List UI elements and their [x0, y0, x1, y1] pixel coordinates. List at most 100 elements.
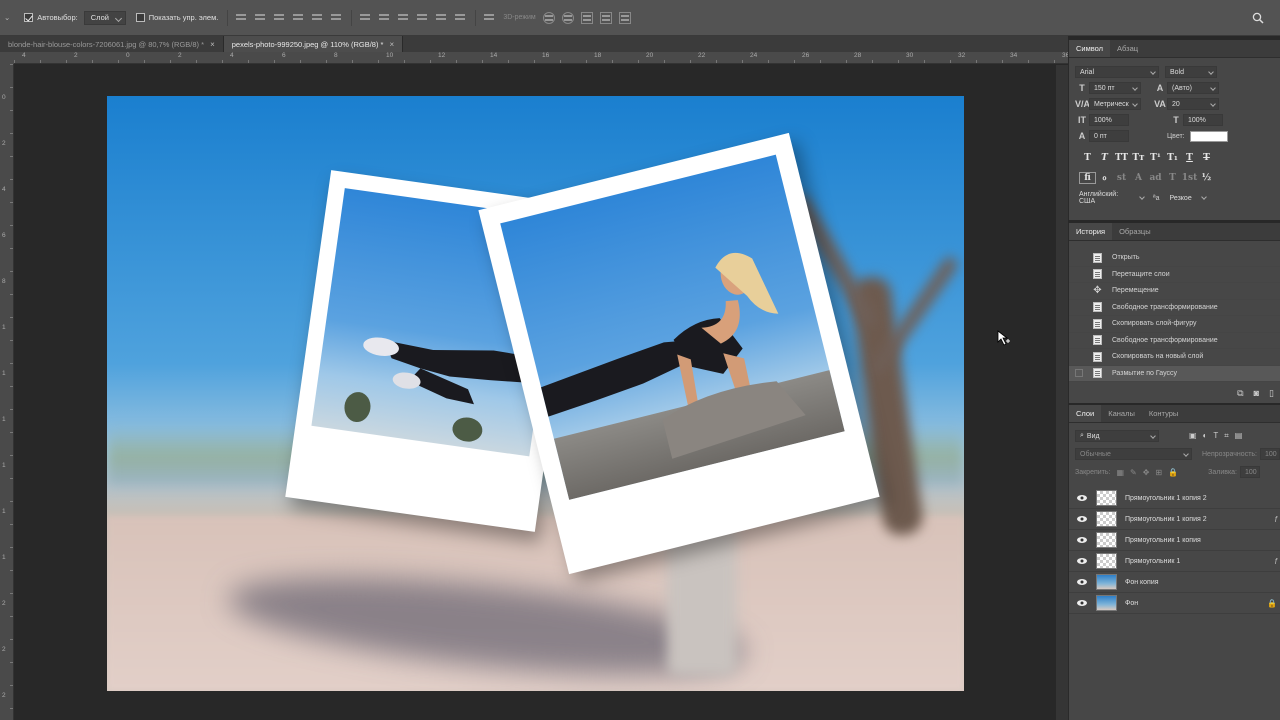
lock-icons[interactable]: ▦✎✥⊞🔒 — [1116, 468, 1184, 477]
horizontal-scale-field[interactable]: 100% — [1183, 114, 1223, 126]
tab-document-1[interactable]: blonde-hair-blouse-colors-7206061.jpg @ … — [0, 36, 224, 52]
history-item[interactable]: Скопировать на новый слой — [1069, 349, 1280, 366]
fill-field[interactable]: 100 — [1240, 466, 1260, 478]
tab-document-2[interactable]: pexels-photo-999250.jpeg @ 110% (RGB/8) … — [223, 36, 404, 52]
font-family-select[interactable]: Arial — [1075, 66, 1159, 78]
lock-icon[interactable]: 🔒 — [1267, 599, 1277, 608]
slide-3d-icon[interactable] — [599, 11, 612, 24]
show-transform-option[interactable]: Показать упр. элем. — [135, 13, 218, 22]
strikethrough-button[interactable]: T — [1198, 153, 1215, 163]
orbit-3d-icon[interactable] — [542, 11, 555, 24]
layer-fx-icon[interactable]: f — [1275, 557, 1277, 566]
tab-paragraph[interactable]: Абзац — [1110, 40, 1145, 57]
history-item[interactable]: Перетащите слои — [1069, 267, 1280, 283]
layer-row[interactable]: Фон 🔒 — [1069, 593, 1280, 614]
document-canvas[interactable] — [107, 96, 964, 691]
history-source-box[interactable] — [1075, 303, 1083, 311]
faux-bold-button[interactable]: T — [1079, 153, 1096, 163]
eye-icon[interactable] — [1076, 514, 1088, 524]
old-style-button[interactable]: ℴ — [1096, 173, 1113, 183]
tab-character[interactable]: Символ — [1069, 40, 1111, 57]
ligature-button[interactable]: fi — [1079, 172, 1096, 184]
tab-paths[interactable]: Контуры — [1142, 405, 1185, 422]
roll-3d-icon[interactable] — [561, 11, 574, 24]
distribute-bottom-icon[interactable] — [397, 12, 409, 24]
horizontal-ruler[interactable]: 4202468101214161820222426283032343638 — [14, 52, 1068, 64]
history-source-box[interactable] — [1075, 369, 1083, 378]
close-icon[interactable]: × — [389, 40, 394, 49]
autoselect-checkbox[interactable] — [24, 13, 34, 22]
search-icon[interactable] — [1252, 12, 1264, 24]
layer-row[interactable]: Прямоугольник 1 f — [1069, 551, 1280, 572]
vertical-scale-field[interactable]: 100% — [1089, 114, 1129, 126]
distribute-top-icon[interactable] — [359, 12, 371, 24]
history-item[interactable]: Скопировать слой-фигуру — [1069, 316, 1280, 333]
show-transform-checkbox[interactable] — [135, 13, 145, 22]
subscript-button[interactable]: T₁ — [1164, 153, 1181, 163]
close-icon[interactable]: × — [210, 40, 215, 49]
distribute-right-icon[interactable] — [454, 12, 466, 24]
pan-3d-icon[interactable] — [580, 11, 593, 24]
tab-history[interactable]: История — [1069, 223, 1113, 240]
history-source-box[interactable] — [1075, 270, 1083, 278]
snapshot-camera-icon[interactable]: ◙ — [1254, 388, 1259, 399]
layer-filter-select[interactable]: ⌕ Вид — [1075, 430, 1159, 442]
layer-row[interactable]: Прямоугольник 1 копия 2 f — [1069, 509, 1280, 530]
history-source-box[interactable] — [1075, 254, 1083, 262]
layer-row[interactable]: Фон копия — [1069, 572, 1280, 593]
kerning-field[interactable]: Метрическ — [1089, 98, 1141, 110]
small-caps-button[interactable]: Tт — [1130, 153, 1147, 163]
autoselect-option[interactable]: Автовыбор: — [24, 13, 78, 22]
layer-filter-icons[interactable]: ▣◐T⌗▤ — [1189, 431, 1248, 441]
history-item[interactable]: Свободное трансформирование — [1069, 333, 1280, 349]
tracking-field[interactable]: 20 — [1167, 98, 1219, 110]
faux-italic-button[interactable]: T — [1096, 153, 1113, 163]
font-style-select[interactable]: Bold — [1165, 66, 1217, 78]
vertical-ruler[interactable]: 0 2 4 6 8 1 1 1 1 1 1 2 2 2 — [0, 64, 14, 720]
stylistic-alt-button[interactable]: st — [1113, 173, 1130, 183]
all-caps-button[interactable]: TT — [1113, 153, 1130, 163]
font-size-field[interactable]: 150 пт — [1089, 82, 1141, 94]
fractions-alt-button[interactable]: 1st — [1181, 173, 1198, 183]
distribute-left-icon[interactable] — [416, 12, 428, 24]
layer-row[interactable]: Прямоугольник 1 копия 2 — [1069, 488, 1280, 509]
eye-icon[interactable] — [1076, 598, 1088, 608]
layer-row[interactable]: Прямоугольник 1 копия — [1069, 530, 1280, 551]
leading-field[interactable]: (Авто) — [1167, 82, 1219, 94]
underline-button[interactable]: T — [1181, 153, 1198, 163]
text-color-swatch[interactable] — [1189, 130, 1228, 142]
history-source-box[interactable] — [1075, 336, 1083, 344]
contextual-button[interactable]: ad — [1147, 173, 1164, 183]
ruler-corner[interactable] — [0, 52, 14, 64]
eye-icon[interactable] — [1076, 535, 1088, 545]
titling-button[interactable]: A — [1130, 173, 1147, 183]
scale-3d-icon[interactable] — [618, 11, 631, 24]
eye-icon[interactable] — [1076, 493, 1088, 503]
ordinals-button[interactable]: T — [1164, 173, 1181, 183]
trash-icon[interactable]: ▯ — [1269, 388, 1274, 399]
history-item-selected[interactable]: Размытие по Гауссу — [1069, 365, 1280, 382]
align-right-icon[interactable] — [330, 12, 342, 24]
auto-align-icon[interactable] — [483, 12, 495, 24]
history-item[interactable]: Открыть — [1069, 250, 1280, 267]
antialias-select[interactable]: Резкое — [1165, 192, 1209, 204]
align-left-icon[interactable] — [292, 12, 304, 24]
history-item[interactable]: Свободное трансформирование — [1069, 300, 1280, 316]
history-item[interactable]: ✥ Перемещение — [1069, 283, 1280, 300]
eye-icon[interactable] — [1076, 577, 1088, 587]
new-document-from-state-icon[interactable]: ⧉ — [1237, 388, 1243, 399]
opacity-field[interactable]: 100 — [1260, 448, 1280, 460]
history-source-box[interactable] — [1075, 320, 1083, 328]
baseline-shift-field[interactable]: 0 пт — [1089, 130, 1129, 142]
align-hcenter-icon[interactable] — [311, 12, 323, 24]
align-top-icon[interactable] — [235, 12, 247, 24]
distribute-vcenter-icon[interactable] — [378, 12, 390, 24]
polaroid-frame-right[interactable] — [478, 132, 880, 575]
history-source-box[interactable] — [1075, 353, 1083, 361]
language-select[interactable]: Английский: США — [1075, 191, 1147, 205]
fractions-button[interactable]: ½ — [1198, 173, 1215, 183]
layer-fx-icon[interactable]: f — [1275, 515, 1277, 524]
tab-layers[interactable]: Слои — [1069, 405, 1102, 422]
eye-icon[interactable] — [1076, 556, 1088, 566]
blend-mode-select[interactable]: Обычные — [1075, 448, 1192, 460]
